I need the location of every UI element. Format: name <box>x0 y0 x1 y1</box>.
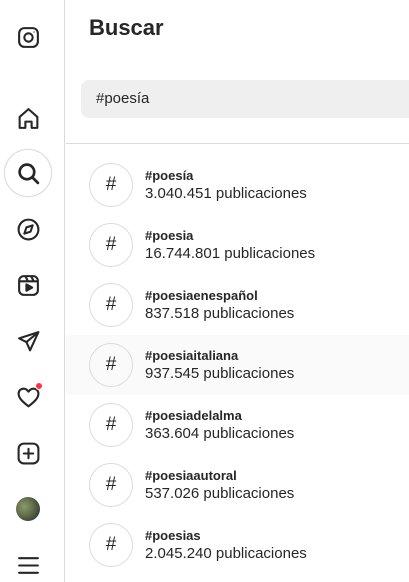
more-button[interactable] <box>4 541 52 582</box>
notification-dot <box>35 382 43 390</box>
result-count: 363.604 publicaciones <box>145 424 295 442</box>
result-count: 2.045.240 publicaciones <box>145 544 307 562</box>
result-count: 537.026 publicaciones <box>145 484 295 502</box>
home-button[interactable] <box>4 94 52 142</box>
result-item[interactable]: # #poesiaautoral 537.026 publicaciones <box>66 455 409 515</box>
search-panel: Buscar #poesía # #poesía 3.040.451 publi… <box>66 0 409 582</box>
search-icon <box>17 162 39 184</box>
explore-button[interactable] <box>4 205 52 253</box>
hashtag-icon: # <box>89 283 133 327</box>
result-count: 3.040.451 publicaciones <box>145 184 307 202</box>
hashtag-icon: # <box>89 163 133 207</box>
hashtag-icon: # <box>89 403 133 447</box>
hashtag-icon: # <box>89 523 133 567</box>
reels-button[interactable] <box>4 261 52 309</box>
result-count: 16.744.801 publicaciones <box>145 244 316 262</box>
hashtag-icon: # <box>89 463 133 507</box>
result-item[interactable]: # #poesiaitaliana 937.545 publicaciones <box>66 335 409 395</box>
result-tag: #poesiaitaliana <box>145 347 239 363</box>
instagram-icon <box>17 26 39 48</box>
result-item[interactable]: # #poesiaenespañol 837.518 publicaciones <box>66 275 409 335</box>
hashtag-icon: # <box>89 343 133 387</box>
search-input[interactable]: #poesía <box>81 80 409 118</box>
instagram-logo-button[interactable] <box>4 13 52 61</box>
result-item[interactable]: # #poesias 2.045.240 publicaciones <box>66 515 409 575</box>
avatar <box>16 497 40 521</box>
menu-icon <box>17 556 39 574</box>
result-tag: #poesiadelalma <box>145 407 242 423</box>
page-title: Buscar <box>89 15 164 40</box>
sidebar <box>0 0 65 582</box>
result-tag: #poesía <box>145 167 194 183</box>
result-tag: #poesia <box>145 227 194 243</box>
plus-square-icon <box>17 442 39 464</box>
result-tag: #poesias <box>145 527 201 543</box>
messages-button[interactable] <box>4 317 52 365</box>
create-button[interactable] <box>4 429 52 477</box>
result-count: 837.518 publicaciones <box>145 304 295 322</box>
result-tag: #poesiaenespañol <box>145 287 258 303</box>
divider <box>66 143 409 144</box>
result-item[interactable]: # #poesia 16.744.801 publicaciones <box>66 215 409 275</box>
reels-icon <box>17 274 39 296</box>
result-count: 937.545 publicaciones <box>145 364 295 382</box>
result-item[interactable]: # #poesiadelalma 363.604 publicaciones <box>66 395 409 455</box>
profile-button[interactable] <box>4 485 52 533</box>
result-item[interactable]: # #poesía 3.040.451 publicaciones <box>66 155 409 215</box>
home-icon <box>18 107 38 129</box>
result-tag: #poesiaautoral <box>145 467 237 483</box>
compass-icon <box>17 218 39 240</box>
hashtag-icon: # <box>89 223 133 267</box>
send-icon <box>17 330 39 351</box>
search-results: # #poesía 3.040.451 publicaciones # #poe… <box>66 155 409 575</box>
notifications-button[interactable] <box>4 373 52 421</box>
search-button[interactable] <box>4 149 52 197</box>
